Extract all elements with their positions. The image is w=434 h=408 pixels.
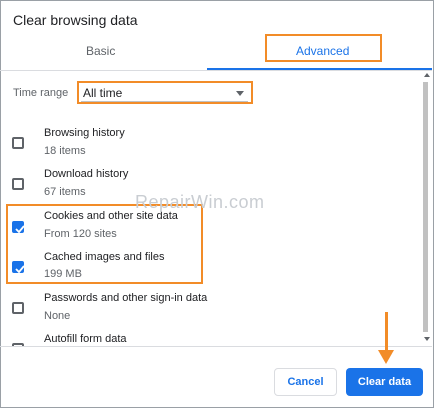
checkbox-browsing-history[interactable] [12, 137, 24, 149]
item-label: Passwords and other sign-in data [44, 292, 208, 304]
item-label: Autofill form data [44, 333, 127, 345]
checkbox-passwords[interactable] [12, 302, 24, 314]
arrow-down-icon [378, 350, 394, 364]
annotation-arrow-shaft [385, 312, 388, 352]
item-label: Download history [44, 168, 129, 180]
cancel-button[interactable]: Cancel [274, 368, 337, 396]
select-underline [81, 101, 248, 102]
scroll-down-icon[interactable] [424, 337, 430, 341]
item-sub: 67 items [44, 186, 86, 198]
dialog-title: Clear browsing data [13, 12, 138, 28]
chevron-down-icon[interactable] [236, 91, 244, 96]
selected-items-highlight [6, 204, 203, 284]
scroll-up-icon[interactable] [424, 73, 430, 77]
checkbox-download-history[interactable] [12, 178, 24, 190]
active-tab-indicator [207, 68, 432, 70]
item-sub: None [44, 310, 71, 322]
watermark: RepairWin.com [135, 192, 265, 212]
scrollbar-thumb[interactable] [423, 82, 428, 332]
item-label: Browsing history [44, 127, 125, 139]
list-item[interactable]: Autofill form data [0, 332, 432, 346]
time-range-label: Time range [13, 87, 69, 99]
item-sub: 18 items [44, 145, 86, 157]
list-item[interactable]: Passwords and other sign-in data None [0, 291, 432, 331]
list-item[interactable]: Browsing history 18 items [0, 124, 432, 164]
clear-data-button[interactable]: Clear data [346, 368, 423, 396]
tab-divider [0, 70, 432, 71]
footer-divider [0, 346, 432, 347]
time-range-select[interactable]: All time [83, 86, 246, 100]
tab-basic[interactable]: Basic [86, 44, 115, 58]
tab-advanced[interactable]: Advanced [296, 44, 349, 58]
